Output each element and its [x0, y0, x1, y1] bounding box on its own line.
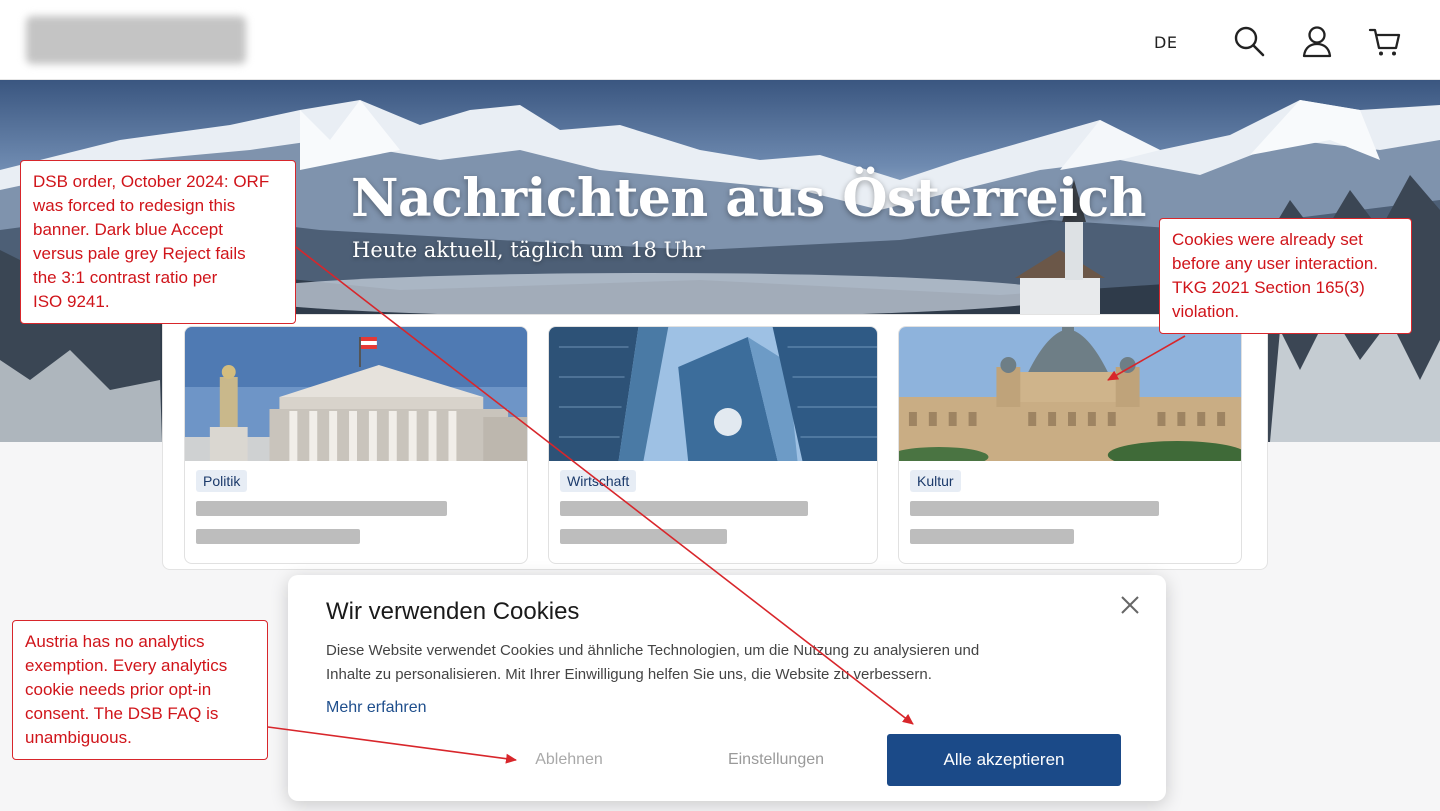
user-icon[interactable] — [1300, 24, 1334, 58]
news-card-politik[interactable]: Politik — [184, 326, 528, 564]
skyscrapers-image — [549, 327, 877, 461]
headline-placeholder — [196, 529, 360, 544]
headline-placeholder — [910, 529, 1074, 544]
cookie-banner-text-line2: Inhalte zu personalisieren. Mit Ihrer Ei… — [326, 666, 932, 683]
search-icon[interactable] — [1232, 24, 1266, 58]
annotation-line: unambiguous. — [25, 728, 132, 747]
category-tag-politik[interactable]: Politik — [196, 470, 248, 492]
headline-placeholder — [560, 501, 808, 516]
headline-placeholder — [196, 501, 447, 516]
hero-title: Nachrichten aus Österreich — [351, 168, 1146, 229]
category-tag-wirtschaft[interactable]: Wirtschaft — [560, 470, 637, 492]
site-logo[interactable] — [26, 16, 246, 64]
annotation-line: ISO 9241. — [33, 292, 110, 311]
annotation-line: banner. Dark blue Accept — [33, 220, 223, 239]
close-icon[interactable] — [1118, 593, 1142, 617]
annotation-line: the 3:1 contrast ratio per — [33, 268, 218, 287]
site-header: DE — [0, 0, 1440, 80]
annotation-line: violation. — [1172, 302, 1240, 321]
cookie-banner-text-line1: Diese Website verwendet Cookies und ähnl… — [326, 642, 980, 659]
headline-placeholder — [560, 529, 727, 544]
category-tag-kultur[interactable]: Kultur — [910, 470, 961, 492]
annotation-line: versus pale grey Reject fails — [33, 244, 246, 263]
annotation-analytics: Austria has no analytics exemption. Ever… — [12, 620, 268, 760]
cookie-consent-banner: Wir verwenden Cookies Diese Website verw… — [288, 575, 1166, 801]
news-card-wirtschaft[interactable]: Wirtschaft — [548, 326, 878, 564]
cookie-banner-text: Diese Website verwendet Cookies und ähnl… — [326, 639, 1026, 687]
news-card-kultur[interactable]: Kultur — [898, 326, 1242, 564]
learn-more-link[interactable]: Mehr erfahren — [326, 699, 427, 717]
settings-button[interactable]: Einstellungen — [716, 751, 836, 769]
cookie-banner-title: Wir verwenden Cookies — [326, 598, 580, 625]
parliament-image — [185, 327, 527, 461]
annotation-line: before any user interaction. — [1172, 254, 1379, 273]
annotation-line: DSB order, October 2024: ORF — [33, 172, 270, 191]
headline-placeholder — [910, 501, 1159, 516]
reject-button[interactable]: Ablehnen — [521, 751, 617, 769]
annotation-line: TKG 2021 Section 165(3) — [1172, 278, 1365, 297]
annotation-dsb-order: DSB order, October 2024: ORF was forced … — [20, 160, 296, 324]
language-switcher[interactable]: DE — [1154, 33, 1177, 52]
annotation-line: exemption. Every analytics — [25, 656, 228, 675]
annotation-cookies-set: Cookies were already set before any user… — [1159, 218, 1412, 334]
annotation-line: cookie needs prior opt-in — [25, 680, 212, 699]
annotation-line: Cookies were already set — [1172, 230, 1363, 249]
annotation-line: Austria has no analytics — [25, 632, 205, 651]
cart-icon[interactable] — [1368, 24, 1402, 58]
museum-image — [899, 327, 1241, 461]
annotation-line: was forced to redesign this — [33, 196, 236, 215]
annotation-line: consent. The DSB FAQ is — [25, 704, 219, 723]
accept-all-button[interactable]: Alle akzeptieren — [887, 734, 1121, 786]
hero-subtitle: Heute aktuell, täglich um 18 Uhr — [352, 238, 705, 262]
